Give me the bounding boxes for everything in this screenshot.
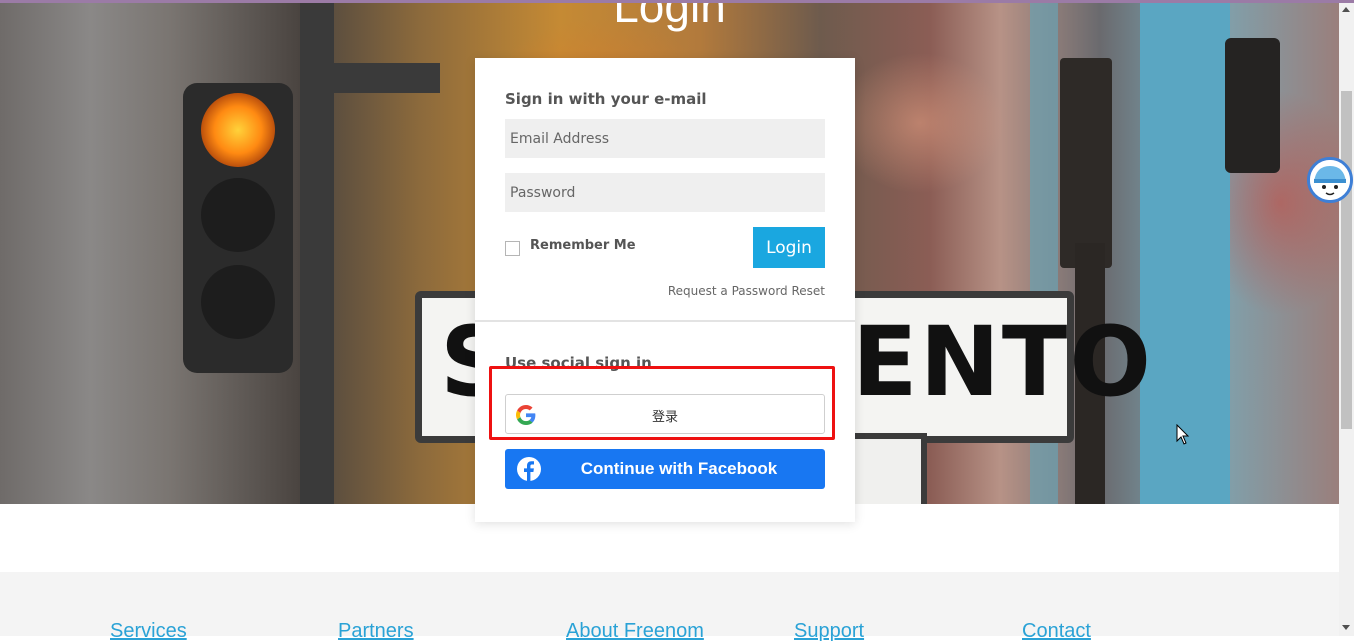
pole-left xyxy=(300,3,334,504)
pole-arm xyxy=(330,63,440,93)
facebook-button-label: Continue with Facebook xyxy=(580,459,778,478)
avatar-face-icon xyxy=(1310,160,1350,200)
traffic-light-amber xyxy=(201,93,275,167)
section-divider xyxy=(475,320,855,322)
scroll-up-arrow-icon[interactable] xyxy=(1342,7,1350,12)
pole-signal xyxy=(1225,38,1280,173)
highlight-box xyxy=(489,366,835,440)
street-sign-text-right: ENTO xyxy=(852,306,1154,418)
traffic-light-off-2 xyxy=(201,265,275,339)
password-reset-link[interactable]: Request a Password Reset xyxy=(668,284,825,298)
footer: Services Partners About Freenom Support … xyxy=(0,572,1339,642)
footer-link-about[interactable]: About Freenom xyxy=(566,620,704,643)
pole-box xyxy=(1060,58,1112,268)
login-button[interactable]: Login xyxy=(753,227,825,268)
scroll-down-arrow-icon[interactable] xyxy=(1342,625,1350,630)
assistant-avatar-icon[interactable] xyxy=(1307,157,1353,203)
password-input[interactable] xyxy=(505,173,825,212)
email-input[interactable] xyxy=(505,119,825,158)
scroll-thumb[interactable] xyxy=(1341,91,1352,429)
footer-link-partners[interactable]: Partners xyxy=(338,620,414,643)
email-section-title: Sign in with your e-mail xyxy=(505,90,707,108)
footer-link-contact[interactable]: Contact xyxy=(1022,620,1091,643)
page-title: Login xyxy=(613,3,726,32)
login-card: Sign in with your e-mail Remember Me Log… xyxy=(475,58,855,522)
footer-link-support[interactable]: Support xyxy=(794,620,864,643)
traffic-light-off-1 xyxy=(201,178,275,252)
facebook-sign-in-button[interactable]: Continue with Facebook xyxy=(505,449,825,489)
remember-me-label[interactable]: Remember Me xyxy=(530,238,636,253)
vertical-scrollbar[interactable] xyxy=(1339,3,1354,636)
footer-link-services[interactable]: Services xyxy=(110,620,187,643)
remember-me-checkbox[interactable] xyxy=(505,241,520,256)
mouse-cursor-icon xyxy=(1176,424,1190,445)
